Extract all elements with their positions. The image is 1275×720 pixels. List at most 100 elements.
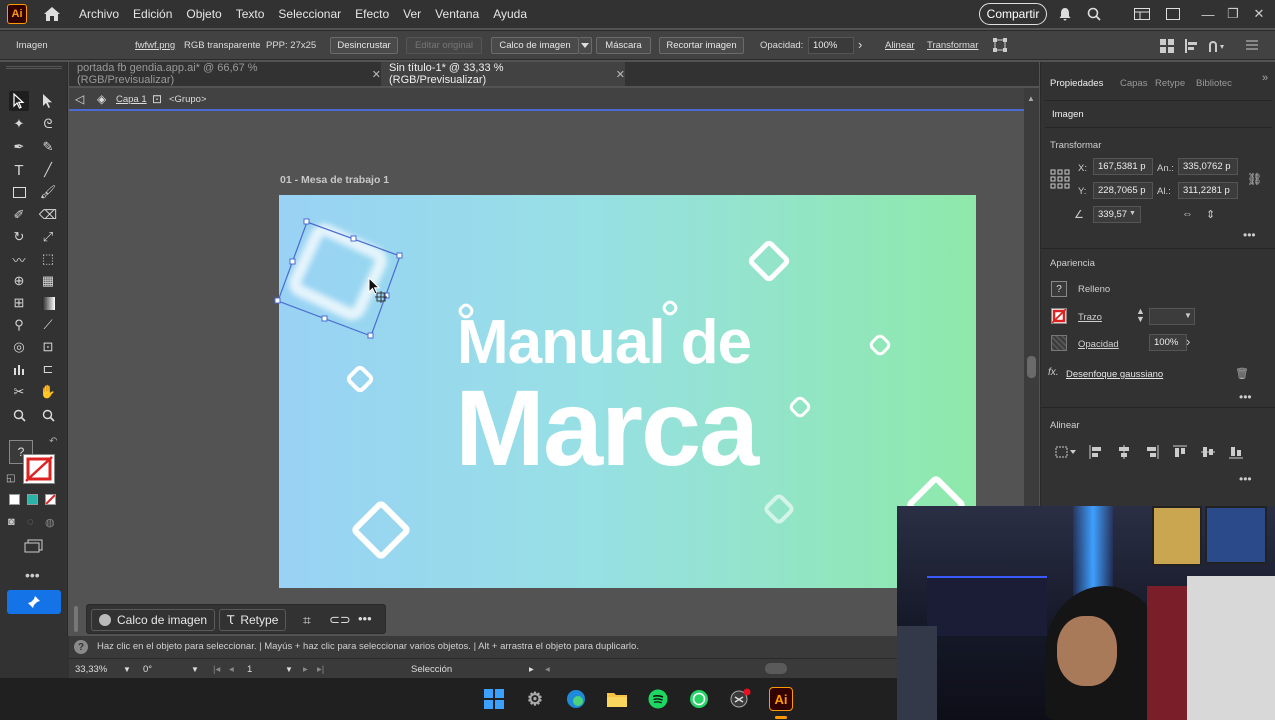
status-menu-icon[interactable]: ▸: [529, 664, 534, 675]
artboard-tool-icon[interactable]: ⊏: [38, 359, 58, 379]
eraser-tool-icon[interactable]: ⌫: [38, 205, 58, 225]
panel-tab-properties[interactable]: Propiedades: [1050, 78, 1103, 89]
align-vcenter-icon[interactable]: [1201, 445, 1215, 462]
decor-diamond[interactable]: [344, 363, 376, 395]
windows-start-icon[interactable]: [482, 687, 506, 711]
reference-point-icon[interactable]: [1050, 169, 1070, 192]
last-artboard-icon[interactable]: ▸|: [317, 664, 324, 675]
unembed-button[interactable]: Desincrustar: [330, 37, 398, 54]
tab-portada[interactable]: portada fb gendia.app.ai* @ 66,67 % (RGB…: [69, 62, 381, 86]
spotify-icon[interactable]: [646, 687, 670, 711]
hand-tool-icon[interactable]: ✋: [38, 382, 58, 402]
height-field[interactable]: 311,2281 p: [1178, 182, 1238, 199]
perspective-grid-tool-icon[interactable]: ▦: [38, 271, 58, 291]
direct-selection-tool-icon[interactable]: [38, 91, 58, 111]
illustrator-taskbar-icon[interactable]: Ai: [769, 687, 793, 711]
menu-edicion[interactable]: Edición: [133, 7, 172, 21]
prev-artboard-icon[interactable]: ◂: [229, 664, 234, 675]
arrange-icon[interactable]: [1164, 5, 1182, 23]
rotation-dropdown-icon[interactable]: ▼: [191, 665, 199, 674]
search-icon[interactable]: [1085, 5, 1103, 23]
float-toolbar-grip[interactable]: [74, 606, 78, 632]
measure-tool-icon[interactable]: ⟋: [38, 315, 58, 335]
stroke-swatch-none[interactable]: [23, 454, 55, 484]
opacity-field[interactable]: 100%: [1149, 334, 1187, 351]
blend-tool-icon[interactable]: ◎: [9, 337, 29, 357]
mask-button[interactable]: Máscara: [596, 37, 651, 54]
image-trace-task-button[interactable]: Calco de imagen: [91, 609, 216, 631]
none-mode-icon[interactable]: [45, 494, 56, 505]
menu-texto[interactable]: Texto: [236, 7, 265, 21]
lasso-tool-icon[interactable]: ᘓ: [38, 114, 58, 134]
magic-wand-tool-icon[interactable]: ✦: [9, 114, 29, 134]
appearance-more-icon[interactable]: •••: [1239, 390, 1252, 404]
maximize-icon[interactable]: ❐: [1224, 5, 1242, 23]
snipping-tool-icon[interactable]: [728, 687, 752, 711]
more-tools-icon[interactable]: •••: [25, 567, 40, 583]
color-mode-icon[interactable]: [9, 494, 20, 505]
panel-tab-retype[interactable]: Retype: [1155, 78, 1185, 89]
decor-diamond[interactable]: [867, 332, 893, 358]
hamburger-menu-icon[interactable]: [1246, 39, 1258, 54]
stroke-label[interactable]: Trazo: [1078, 312, 1102, 323]
align-hcenter-icon[interactable]: [1117, 445, 1131, 462]
crop-image-button[interactable]: Recortar imagen: [659, 37, 744, 54]
headline-line-2[interactable]: Marca: [455, 365, 759, 490]
graph-tool-icon[interactable]: [9, 359, 29, 379]
selection-tool-icon[interactable]: [9, 91, 29, 111]
close-tab-icon[interactable]: ✕: [616, 68, 625, 81]
screen-mode-icon[interactable]: [24, 539, 44, 553]
breadcrumb-layer[interactable]: Capa 1: [116, 94, 147, 105]
grid-align-icon[interactable]: [1160, 39, 1174, 56]
rectangle-tool-icon[interactable]: [9, 182, 29, 202]
status-scroll-left-icon[interactable]: ◂: [545, 664, 550, 675]
scroll-up-icon[interactable]: ▲: [1027, 94, 1035, 103]
share-button[interactable]: Compartir: [979, 3, 1047, 25]
swap-colors-icon[interactable]: ↶: [49, 436, 57, 447]
flip-vertical-icon[interactable]: ⇕: [1206, 208, 1215, 221]
shaper-tool-icon[interactable]: ✐: [9, 205, 29, 225]
line-tool-icon[interactable]: ╱: [38, 160, 58, 180]
menu-objeto[interactable]: Objeto: [186, 7, 221, 21]
edge-browser-icon[interactable]: [564, 687, 588, 711]
free-transform-tool-icon[interactable]: ⬚: [38, 249, 58, 269]
toolbar-grip[interactable]: [6, 66, 62, 69]
scroll-thumb[interactable]: [1027, 356, 1036, 378]
mesh-tool-icon[interactable]: ⊞: [9, 293, 29, 313]
crop-icon[interactable]: ⌗: [303, 612, 311, 629]
panel-tab-libraries[interactable]: Bibliotec: [1196, 78, 1232, 89]
type-tool-icon[interactable]: T: [9, 160, 29, 180]
chevron-right-icon[interactable]: ›: [858, 37, 862, 52]
distribute-icon[interactable]: [1184, 39, 1198, 56]
warp-tool-icon[interactable]: 〰: [9, 249, 29, 269]
menu-seleccionar[interactable]: Seleccionar: [278, 7, 341, 21]
gradient-tool-icon[interactable]: [38, 293, 58, 313]
opacity-swatch-icon[interactable]: [1051, 335, 1067, 351]
curvature-tool-icon[interactable]: ✎: [38, 137, 58, 157]
rotation-value[interactable]: 0°: [143, 664, 152, 675]
align-left-icon[interactable]: [1089, 445, 1103, 462]
align-more-icon[interactable]: •••: [1239, 472, 1252, 486]
artboard-dropdown-icon[interactable]: ▼: [285, 665, 293, 674]
back-arrow-icon[interactable]: ◁: [75, 92, 84, 106]
paintbrush-tool-icon[interactable]: 🖌: [38, 182, 58, 202]
constrain-proportions-icon[interactable]: ⛓: [1247, 172, 1262, 186]
panel-tab-layers[interactable]: Capas: [1120, 78, 1147, 89]
draw-normal-icon[interactable]: ◙: [8, 516, 15, 528]
pen-tool-icon[interactable]: ✒: [9, 137, 29, 157]
tab-sin-titulo[interactable]: Sin título-1* @ 33,33 % (RGB/Previsualiz…: [381, 62, 625, 86]
align-top-icon[interactable]: [1173, 445, 1187, 462]
menu-ver[interactable]: Ver: [403, 7, 421, 21]
horizontal-scroll-thumb[interactable]: [765, 663, 787, 674]
transform-link[interactable]: Transformar: [927, 40, 978, 51]
whatsapp-icon[interactable]: [687, 687, 711, 711]
slice-tool-icon[interactable]: ✂: [9, 382, 29, 402]
image-trace-dropdown[interactable]: [579, 37, 592, 54]
stroke-dropdown-icon[interactable]: ▼: [1184, 311, 1192, 320]
opacity-chevron-icon[interactable]: ›: [1186, 334, 1190, 349]
rotate-tool-icon[interactable]: ↻: [9, 227, 29, 247]
default-colors-icon[interactable]: ◱: [6, 473, 15, 484]
artboard-number[interactable]: 1: [247, 664, 252, 675]
decor-diamond[interactable]: [349, 498, 413, 562]
flip-horizontal-icon[interactable]: ⇔: [1182, 208, 1193, 220]
